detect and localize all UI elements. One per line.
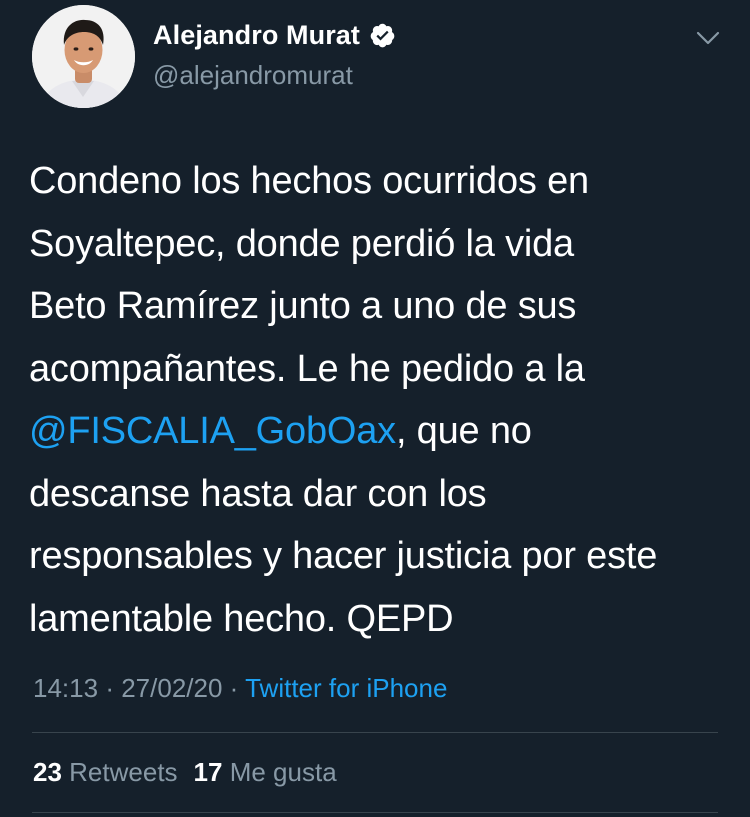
profile-photo-icon [32, 5, 135, 108]
tweet-text-line: Beto Ramírez junto a uno de sus [29, 285, 577, 327]
tweet-text-line: lamentable hecho. QEPD [29, 597, 454, 640]
author-handle[interactable]: @alejandromurat [153, 60, 353, 91]
tweet-metadata: 14:13 · 27/02/20 · Twitter for iPhone [33, 673, 447, 704]
author-name-row[interactable]: Alejandro Murat [153, 20, 396, 51]
retweets-stat[interactable]: 23 Retweets [33, 757, 178, 788]
likes-stat[interactable]: 17 Me gusta [194, 757, 337, 788]
tweet-stats: 23 Retweets 17 Me gusta [33, 757, 337, 788]
tweet-source-link[interactable]: Twitter for iPhone [245, 673, 447, 703]
tweet-text-line: @FISCALIA_GobOax, que no [29, 400, 729, 463]
tweet-text-line: acompañantes. Le he pedido a la [29, 347, 585, 390]
mention-link[interactable]: @FISCALIA_GobOax [29, 410, 396, 452]
likes-label: Me gusta [229, 757, 337, 787]
tweet-detail: Alejandro Murat @alejandromurat Condeno … [0, 0, 750, 817]
divider [32, 732, 718, 733]
retweets-count: 23 [33, 757, 62, 787]
likes-count: 17 [193, 757, 223, 787]
tweet-date[interactable]: 27/02/20 [121, 673, 222, 703]
tweet-text-line: responsables y hacer justicia por este [29, 535, 658, 577]
tweet-time[interactable]: 14:13 [33, 673, 98, 703]
divider [32, 812, 718, 813]
verified-badge-icon [370, 23, 395, 48]
tweet-text-fragment: , que no [395, 410, 532, 452]
author-avatar[interactable] [32, 5, 135, 108]
tweet-text: Condeno los hechos ocurridos en Soyaltep… [29, 150, 729, 650]
chevron-down-icon[interactable] [694, 24, 722, 52]
tweet-text-line: Condeno los hechos ocurridos en [29, 160, 589, 202]
meta-separator: · [229, 673, 239, 703]
tweet-text-line: Soyaltepec, donde perdió la vida [29, 222, 574, 265]
author-name[interactable]: Alejandro Murat [153, 20, 360, 51]
meta-separator: · [105, 673, 114, 703]
retweets-label: Retweets [69, 757, 178, 787]
tweet-text-line: descanse hasta dar con los [29, 472, 487, 515]
